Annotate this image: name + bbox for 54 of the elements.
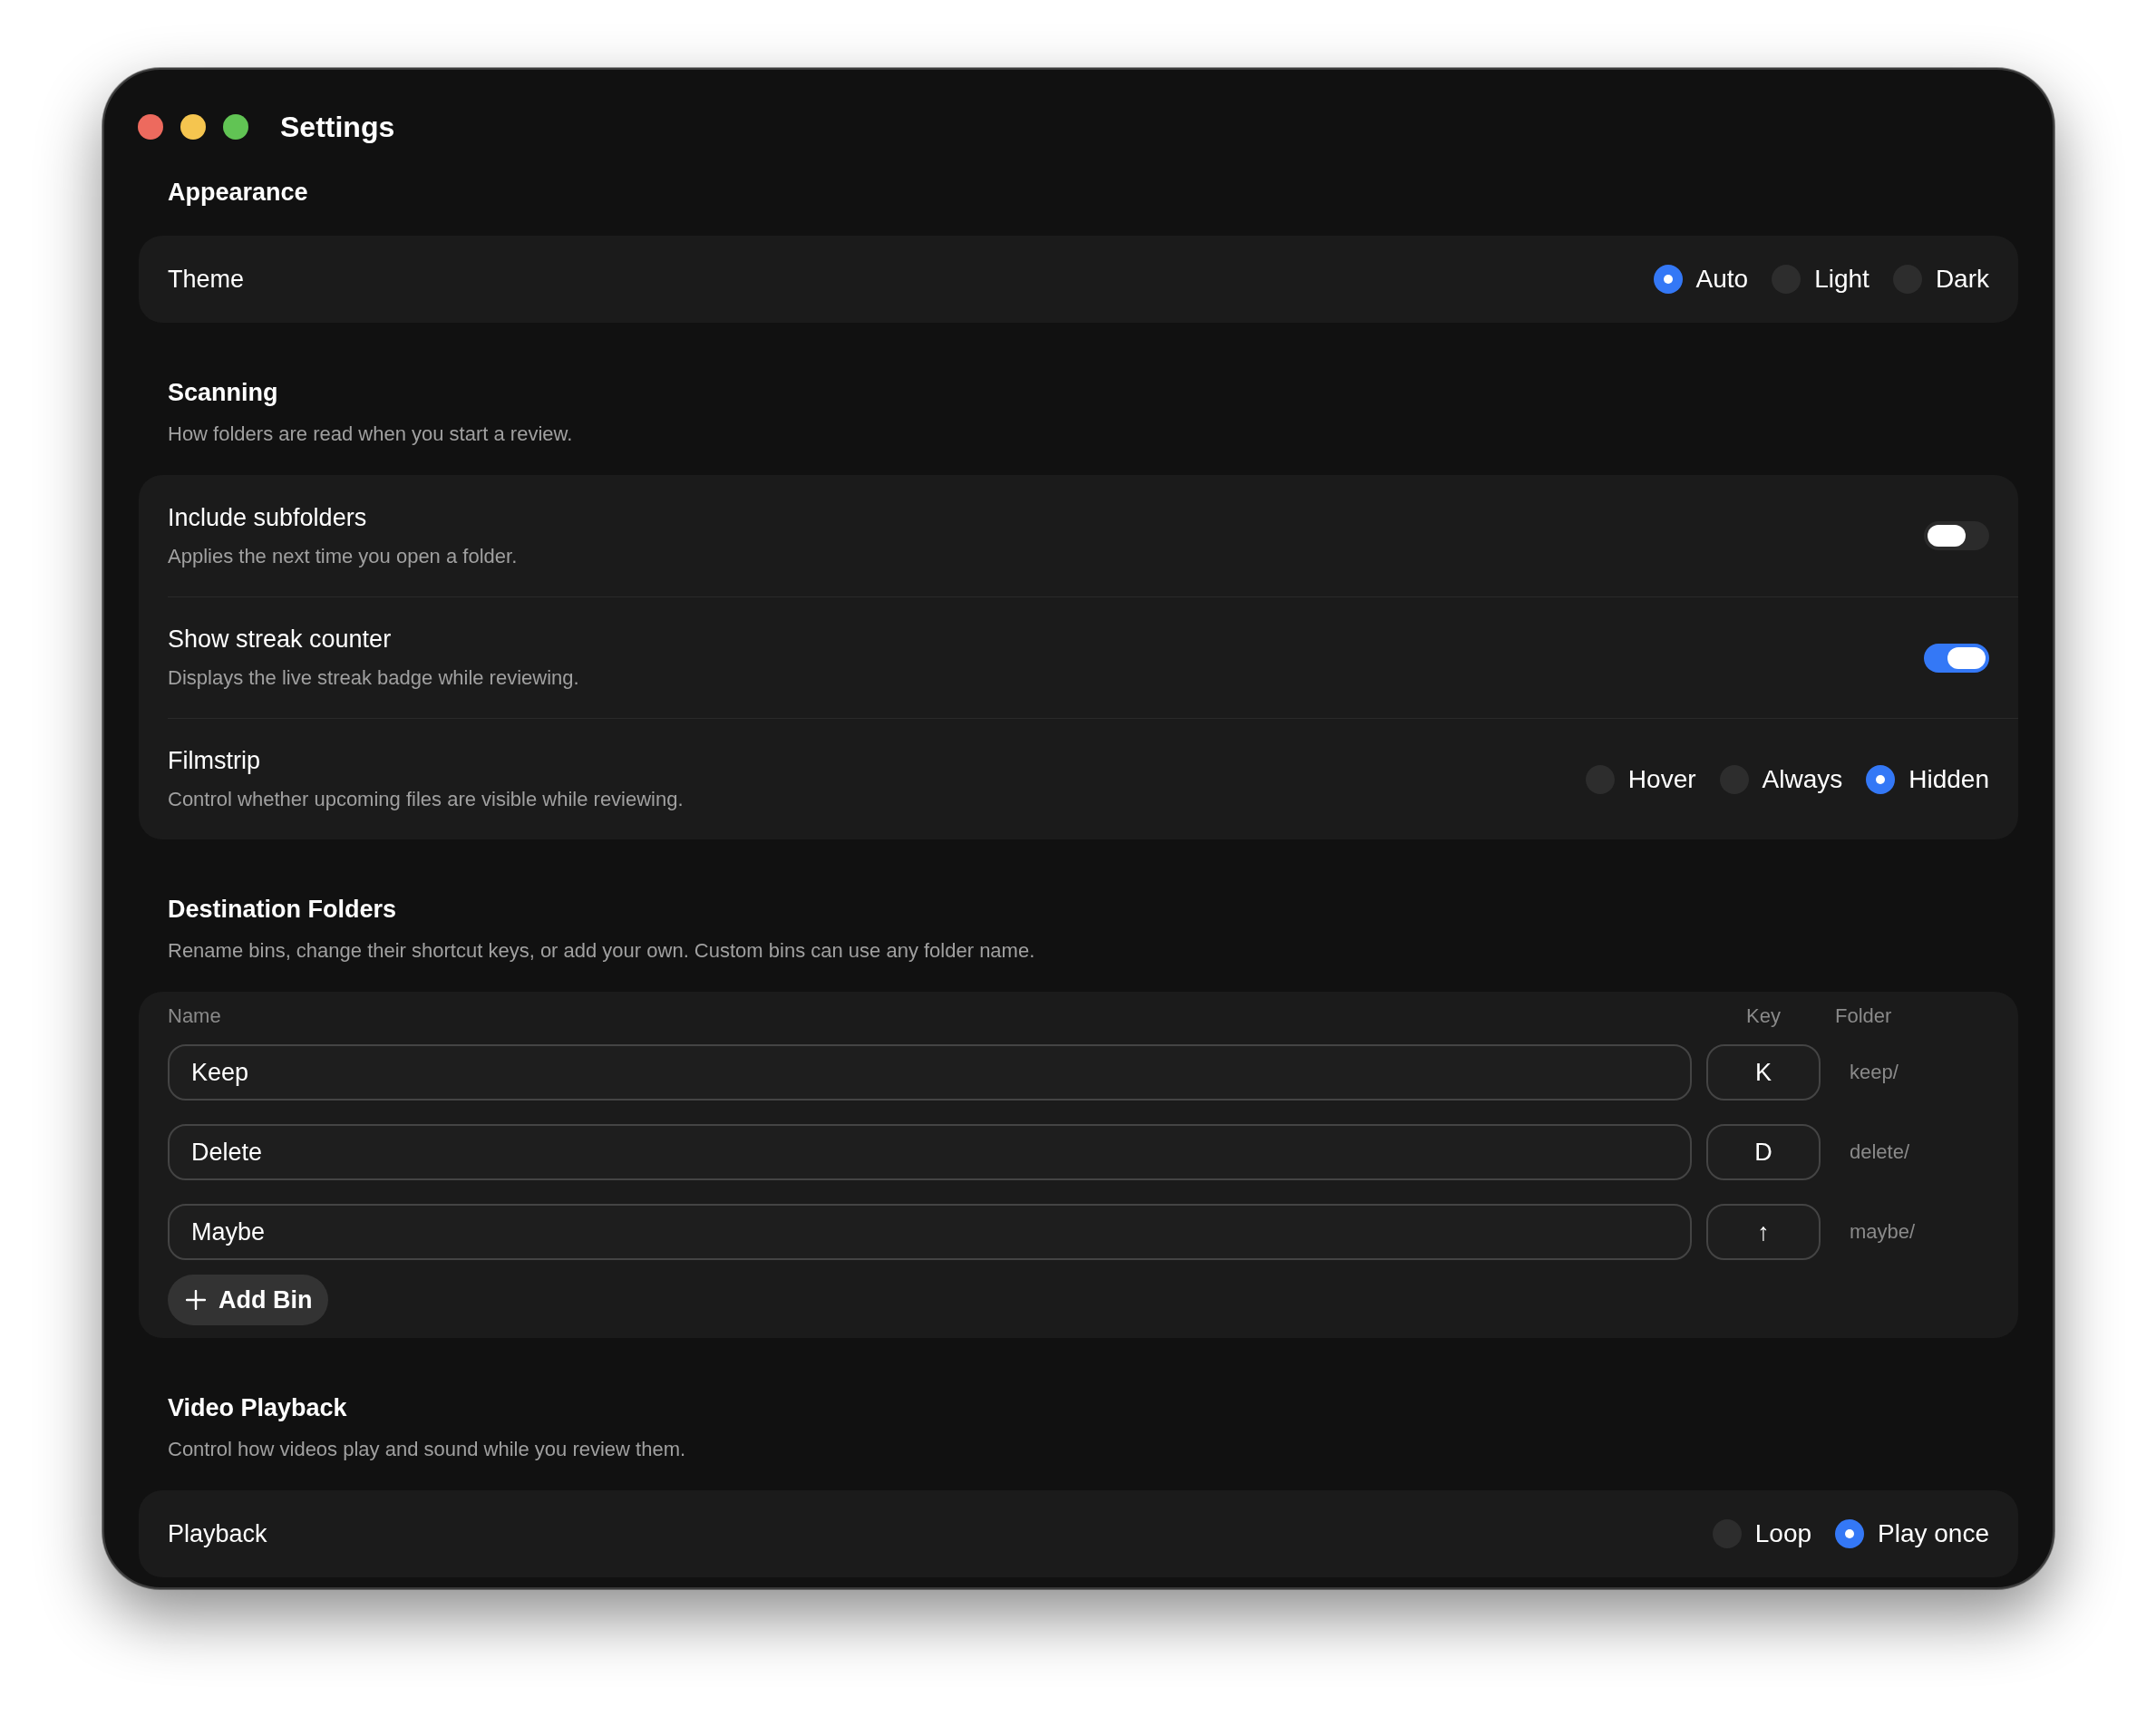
setting-description: Control whether upcoming files are visible while reviewing. [168, 788, 684, 811]
folder-path: maybe/ [1849, 1220, 1917, 1244]
section-description: Rename bins, change their shortcut keys, or add your own. Custom bins can use any folder name. [168, 939, 1036, 963]
bin-name-input[interactable]: Keep [168, 1044, 1692, 1101]
column-header: Folder [1835, 1004, 1892, 1028]
setting-label: Theme [168, 265, 245, 294]
setting-label: Playback [168, 1519, 267, 1548]
section-heading: Video Playback [168, 1394, 348, 1422]
shortcut-key-input[interactable]: D [1706, 1124, 1821, 1180]
radio-button[interactable] [1835, 1519, 1865, 1548]
folder-path: keep/ [1849, 1061, 1899, 1084]
radio-label: Hover [1627, 764, 1696, 794]
setting-description: Applies the next time you open a folder. [168, 544, 518, 568]
radio-button[interactable] [1653, 265, 1683, 294]
section-description: How folders are read when you start a review. [168, 422, 574, 446]
radio-label: Always [1762, 764, 1843, 794]
radio-option[interactable]: Always [1719, 764, 1843, 794]
radio-option[interactable]: Light [1772, 265, 1870, 294]
radio-option[interactable]: Loop [1712, 1519, 1812, 1548]
column-header: Key [1746, 1004, 1781, 1028]
minimize-icon[interactable] [180, 114, 206, 140]
radio-label: Hidden [1908, 764, 1989, 794]
section-description: Control how videos play and sound while you review them. [168, 1438, 687, 1461]
shortcut-key-input[interactable]: ↑ [1706, 1204, 1821, 1260]
setting-description: Displays the live streak badge while reviewing. [168, 666, 579, 690]
window-title: Settings [280, 110, 395, 144]
radio-label: Loop [1754, 1519, 1812, 1548]
radio-option[interactable]: Hover [1585, 764, 1696, 794]
column-header: Name [168, 1004, 221, 1028]
radio-option[interactable]: Hidden [1866, 764, 1989, 794]
radio-option[interactable]: Dark [1892, 265, 1989, 294]
add-bin-button[interactable]: Add Bin [168, 1275, 329, 1325]
plus-icon [186, 1290, 206, 1310]
bin-name-input[interactable]: Delete [168, 1124, 1692, 1180]
maximize-icon[interactable] [223, 114, 248, 140]
folder-path: delete/ [1849, 1140, 1911, 1164]
toggle-switch[interactable] [1924, 643, 1989, 673]
radio-button[interactable] [1866, 764, 1896, 794]
setting-label: Show streak counter [168, 625, 393, 654]
setting-label: Filmstrip [168, 747, 261, 775]
radio-option[interactable]: Auto [1653, 265, 1749, 294]
radio-option[interactable]: Play once [1835, 1519, 1989, 1548]
section-heading: Scanning [168, 379, 279, 407]
shortcut-key-input[interactable]: K [1706, 1044, 1821, 1101]
radio-label: Dark [1935, 265, 1989, 294]
radio-label: Light [1814, 265, 1870, 294]
close-icon[interactable] [138, 114, 163, 140]
radio-label: Auto [1695, 265, 1749, 294]
section-heading: Destination Folders [168, 896, 398, 924]
bin-name-input[interactable]: Maybe [168, 1204, 1692, 1260]
section-heading: Appearance [168, 179, 309, 207]
toggle-switch[interactable] [1924, 521, 1989, 550]
setting-label: Include subfolders [168, 503, 368, 532]
radio-label: Play once [1878, 1519, 1989, 1548]
